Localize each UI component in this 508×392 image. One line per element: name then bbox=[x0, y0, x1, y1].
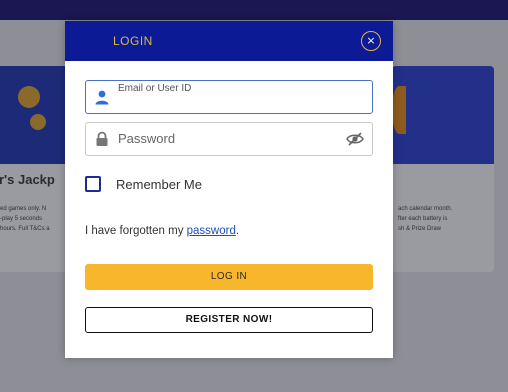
orb-graphic bbox=[392, 86, 406, 134]
promo-banner-right bbox=[392, 66, 494, 164]
close-icon: × bbox=[366, 34, 376, 47]
forgot-password-text: I have forgotten my password. bbox=[85, 225, 239, 237]
modal-header: LOGIN × bbox=[65, 21, 393, 61]
promo-text-line: -play 5 seconds bbox=[0, 216, 43, 222]
modal-title: LOGIN bbox=[113, 34, 153, 48]
forgot-password-link[interactable]: password bbox=[187, 225, 236, 237]
promo-card-left-text: ed games only. N -play 5 seconds hours. … bbox=[0, 204, 50, 234]
promo-text-line: ed games only. N bbox=[0, 206, 47, 212]
user-icon bbox=[95, 90, 109, 105]
register-button[interactable]: REGISTER NOW! bbox=[85, 307, 373, 333]
login-button[interactable]: LOG IN bbox=[85, 264, 373, 290]
promo-card-right bbox=[392, 66, 494, 272]
email-field[interactable]: Email or User ID bbox=[85, 80, 373, 114]
coin-icon bbox=[18, 86, 40, 108]
promo-text-line: ach calendar month. bbox=[398, 206, 453, 212]
coin-icon bbox=[30, 114, 46, 130]
password-input[interactable] bbox=[118, 123, 338, 153]
remember-me-label: Remember Me bbox=[116, 176, 202, 192]
close-button[interactable]: × bbox=[361, 31, 381, 51]
promo-text-line: sh & Prize Draw bbox=[398, 226, 442, 232]
remember-me-checkbox[interactable] bbox=[85, 176, 101, 192]
promo-card-left-title: r's Jackp bbox=[0, 172, 55, 187]
promo-text-line: hours. Full T&Cs a bbox=[0, 226, 50, 232]
eye-slash-icon[interactable] bbox=[346, 131, 364, 147]
lock-icon bbox=[96, 131, 108, 146]
login-modal: LOGIN × Email or User ID Remember Me I h… bbox=[65, 21, 393, 358]
forgot-suffix: . bbox=[235, 225, 240, 237]
promo-text-line: fter each battery is bbox=[398, 216, 448, 222]
email-input[interactable] bbox=[118, 93, 338, 111]
promo-card-left bbox=[0, 66, 72, 272]
promo-card-right-text: ach calendar month. fter each battery is… bbox=[398, 204, 452, 234]
site-top-bar bbox=[0, 0, 508, 20]
promo-banner-left bbox=[0, 66, 72, 164]
remember-me-toggle[interactable]: Remember Me bbox=[85, 175, 202, 193]
password-field[interactable] bbox=[85, 122, 373, 156]
forgot-prefix: I have forgotten my bbox=[85, 225, 187, 237]
